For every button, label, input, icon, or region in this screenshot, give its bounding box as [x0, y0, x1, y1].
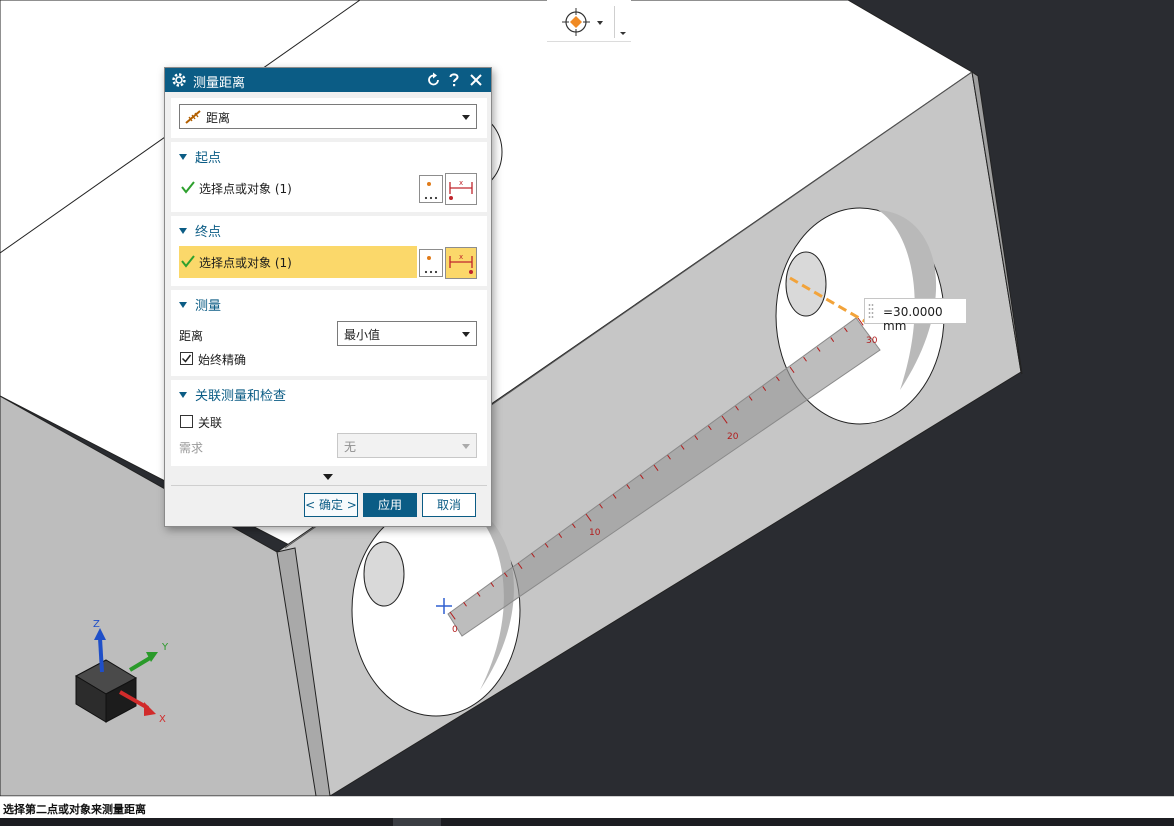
triad-y-label: Y	[161, 642, 169, 653]
distance-point-icon: x	[449, 253, 473, 274]
status-prompt: 选择第二点或对象来测量距离	[3, 803, 146, 816]
type-panel: 距离	[171, 98, 487, 138]
chevron-down-icon	[462, 115, 470, 120]
status-bar: 选择第二点或对象来测量距离	[0, 796, 1174, 818]
measure-header[interactable]: 测量	[179, 295, 222, 314]
collapse-icon	[179, 228, 187, 234]
always-precise-label: 始终精确	[198, 353, 247, 367]
toolbar-separator	[614, 6, 615, 38]
measure-type-value: 距离	[206, 111, 231, 125]
reset-icon	[428, 72, 439, 86]
ruler-tick-label-30: 30	[866, 336, 878, 346]
svg-text:x: x	[459, 179, 463, 187]
measure-section: 测量 距离 最小值 始终精确	[171, 290, 487, 376]
collapse-icon	[179, 392, 187, 398]
ruler-tick-label-10: 10	[589, 528, 601, 538]
chevron-down-icon	[620, 32, 626, 35]
end-point-heading: 终点	[195, 225, 222, 240]
snap-toolbar	[547, 0, 631, 42]
associative-header[interactable]: 关联测量和检查	[179, 385, 287, 404]
start-point-select-row[interactable]: 选择点或对象 (1)	[179, 172, 417, 204]
associative-heading: 关联测量和检查	[195, 389, 287, 404]
associative-checkbox[interactable]	[180, 415, 193, 428]
distance-point-icon: x	[449, 179, 473, 200]
point-on-curve-button[interactable]: x	[445, 247, 477, 279]
measure-heading: 测量	[195, 299, 222, 314]
ruler-tick-label-20: 20	[727, 432, 739, 442]
distance-ruler-icon	[185, 110, 201, 124]
toolbar-more-button[interactable]	[617, 22, 629, 36]
dialog-titlebar[interactable]: 测量距离	[165, 68, 491, 92]
checkmark-icon	[181, 255, 195, 268]
point-dialog-icon	[424, 182, 438, 200]
collapse-icon	[179, 302, 187, 308]
cancel-button[interactable]: 取消	[422, 493, 476, 517]
dialog-divider	[171, 485, 487, 486]
snap-point-icon	[562, 8, 603, 36]
requirement-value: 无	[344, 440, 357, 454]
bottom-strip	[0, 818, 1174, 826]
chevron-down-icon	[462, 332, 470, 337]
measure-type-select[interactable]: 距离	[179, 104, 477, 129]
point-dialog-button[interactable]	[419, 175, 443, 203]
start-point-section: 起点 选择点或对象 (1) x	[171, 142, 487, 212]
associative-label: 关联	[198, 416, 223, 430]
help-button[interactable]	[445, 71, 463, 89]
apply-button[interactable]: 应用	[363, 493, 417, 517]
point-dialog-button[interactable]	[419, 249, 443, 277]
close-button[interactable]	[467, 71, 485, 89]
triad-z-label: Z	[93, 619, 100, 630]
distance-mode-label: 距离	[179, 329, 204, 343]
expand-more-icon[interactable]	[323, 474, 333, 480]
requirement-label: 需求	[179, 441, 204, 455]
left-hole-far-opening	[363, 541, 405, 607]
measurement-value-tag[interactable]: =30.0000 mm	[864, 298, 967, 333]
end-point-select-label: 选择点或对象 (1)	[199, 256, 292, 270]
always-precise-checkbox[interactable]	[180, 352, 193, 365]
checkmark-icon	[181, 354, 192, 363]
svg-text:x: x	[459, 253, 463, 261]
measure-distance-dialog: 测量距离 距离 起点 选择点或对象 (1) x 终点 选择点或对象 (1) x …	[164, 67, 492, 527]
collapse-icon	[179, 154, 187, 160]
triad-z-axis	[98, 637, 104, 673]
end-point-header[interactable]: 终点	[179, 221, 222, 240]
drag-handle-icon	[868, 304, 874, 318]
measurement-value: =30.0000 mm	[883, 305, 943, 333]
end-point-section: 终点 选择点或对象 (1) x	[171, 216, 487, 286]
distance-mode-select[interactable]: 最小值	[337, 321, 477, 346]
associative-section: 关联测量和检查 关联 需求 无	[171, 380, 487, 466]
checkmark-icon	[181, 181, 195, 194]
chevron-down-icon	[462, 444, 470, 449]
start-point-heading: 起点	[195, 151, 222, 166]
reset-button[interactable]	[425, 71, 443, 89]
start-point-select-label: 选择点或对象 (1)	[199, 182, 292, 196]
requirement-select: 无	[337, 433, 477, 458]
point-on-curve-button[interactable]: x	[445, 173, 477, 205]
help-icon	[449, 73, 459, 87]
close-icon	[470, 74, 482, 86]
dialog-title: 测量距离	[193, 76, 246, 91]
ok-button[interactable]: < 确定 >	[304, 493, 358, 517]
end-point-select-row[interactable]: 选择点或对象 (1)	[179, 246, 417, 278]
gear-icon	[172, 73, 186, 87]
snap-point-button[interactable]	[559, 7, 607, 37]
start-point-header[interactable]: 起点	[179, 147, 222, 166]
ruler-tick-label-0: 0	[452, 625, 458, 635]
distance-mode-value: 最小值	[344, 328, 381, 342]
bottom-strip-tab[interactable]	[393, 818, 441, 826]
triad-x-label: X	[159, 714, 166, 725]
point-dialog-icon	[424, 256, 438, 274]
right-hole-far-opening	[785, 251, 827, 317]
